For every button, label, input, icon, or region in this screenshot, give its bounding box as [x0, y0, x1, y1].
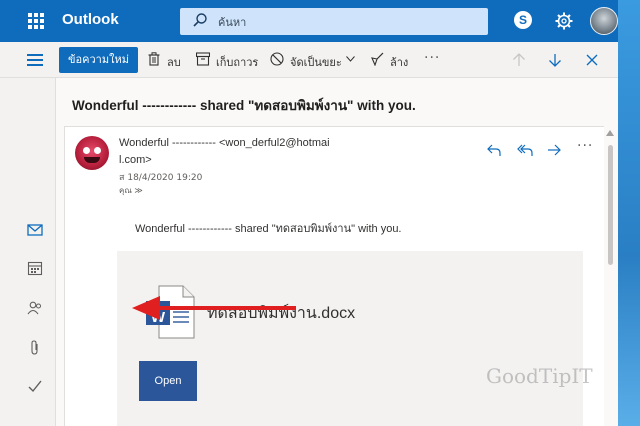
- archive-button[interactable]: เก็บถาวร: [196, 50, 260, 70]
- sender-address[interactable]: Wonderful ------------ <won_derful2@hotm…: [119, 135, 369, 169]
- scroll-up-icon[interactable]: [606, 130, 614, 136]
- open-file-button[interactable]: Open: [139, 361, 197, 401]
- left-rail: [0, 78, 56, 426]
- message-body-text: Wonderful ------------ shared "ทดสอบพิมพ…: [135, 223, 402, 235]
- trash-icon: [148, 52, 160, 66]
- close-icon[interactable]: [586, 54, 598, 66]
- message-more-button[interactable]: ···: [577, 138, 593, 154]
- delete-button[interactable]: ลบ: [148, 50, 184, 70]
- mail-icon[interactable]: [27, 222, 43, 238]
- reply-icon[interactable]: [487, 143, 501, 157]
- desktop-background-right: [618, 0, 640, 426]
- annotation-arrow-icon: [132, 296, 296, 320]
- arrow-up-icon[interactable]: [512, 53, 526, 67]
- top-bar: Outlook ค้นหา S: [0, 0, 618, 42]
- block-icon: [270, 52, 284, 66]
- archive-label: เก็บถาวร: [216, 56, 259, 69]
- app-name[interactable]: Outlook: [62, 11, 119, 28]
- message-date: ส 18/4/2020 19:20: [119, 173, 203, 183]
- sender-avatar[interactable]: [75, 136, 109, 170]
- archive-icon: [196, 52, 210, 66]
- hamburger-menu-icon[interactable]: [27, 54, 43, 66]
- account-avatar[interactable]: [590, 7, 618, 35]
- forward-icon[interactable]: [547, 143, 561, 157]
- people-icon[interactable]: [27, 300, 43, 316]
- app-launcher-icon[interactable]: [28, 13, 44, 29]
- shared-file-box: W ทดสอบพิมพ์งาน.docx Open: [117, 251, 583, 426]
- sweep-label: ล้าง: [390, 56, 409, 69]
- sender-line-2: l.com>: [119, 154, 152, 166]
- watermark-text: GoodTipIT: [486, 364, 593, 388]
- delete-label: ลบ: [167, 56, 181, 69]
- search-placeholder: ค้นหา: [218, 16, 247, 29]
- command-bar: ข้อความใหม่ ลบ เก็บถาวร จัดเป็นขยะ ล้าง …: [0, 42, 618, 78]
- sweep-icon: [371, 52, 384, 66]
- sender-line-1: Wonderful ------------ <won_derful2@hotm…: [119, 137, 330, 149]
- skype-icon[interactable]: S: [514, 11, 532, 29]
- chevron-down-icon: [346, 56, 355, 62]
- search-box[interactable]: ค้นหา: [180, 8, 488, 35]
- reply-all-icon[interactable]: [517, 143, 533, 157]
- message-recipient[interactable]: คุณ ≫: [119, 184, 143, 197]
- todo-check-icon[interactable]: [27, 378, 43, 394]
- calendar-icon[interactable]: [27, 260, 43, 276]
- search-icon: [193, 13, 207, 27]
- scrollbar-thumb[interactable]: [608, 145, 613, 265]
- arrow-down-icon[interactable]: [548, 53, 562, 67]
- junk-label: จัดเป็นขยะ: [290, 56, 342, 69]
- junk-button[interactable]: จัดเป็นขยะ: [270, 50, 356, 70]
- new-message-button[interactable]: ข้อความใหม่: [59, 47, 138, 73]
- sweep-button[interactable]: ล้าง: [370, 50, 410, 70]
- message-subject: Wonderful ------------ shared "ทดสอบพิมพ…: [72, 98, 416, 113]
- more-commands-button[interactable]: ···: [424, 50, 440, 66]
- outlook-window: Outlook ค้นหา S ข้อความใหม่ ลบ เก็บถาวร …: [0, 0, 618, 426]
- attachment-icon[interactable]: [27, 340, 43, 356]
- gear-icon[interactable]: [554, 11, 574, 31]
